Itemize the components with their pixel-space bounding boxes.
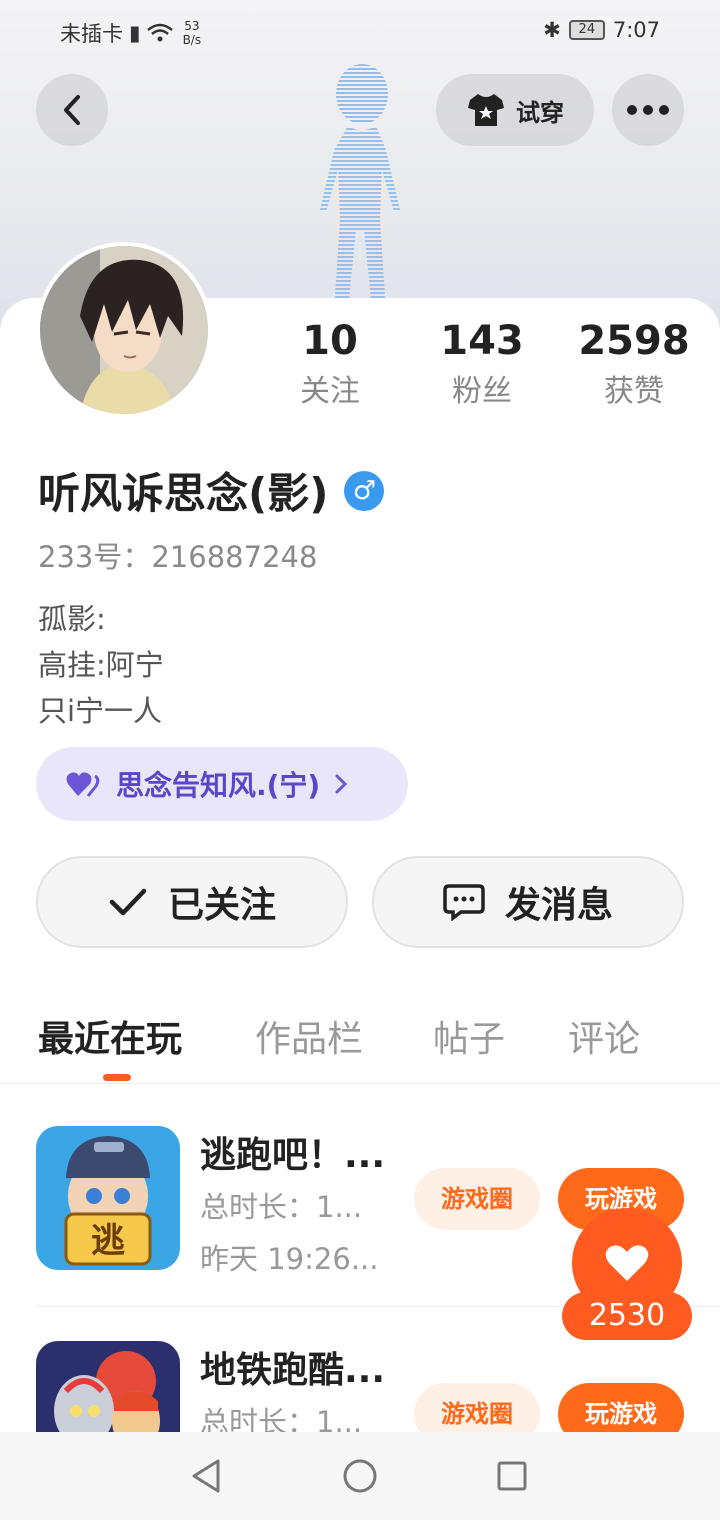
send-message-label: 发消息 [504,885,613,926]
tab-works[interactable]: 作品栏 [255,1010,363,1062]
nav-recents-icon[interactable] [496,1460,528,1492]
like-count: 2530 [562,1292,692,1340]
tab-posts[interactable]: 帖子 [433,1010,505,1062]
heart-icon [605,1245,649,1281]
system-navigation-bar [0,1432,720,1520]
relationship-tag-button[interactable]: 思念告知风.(宁) [36,747,408,821]
stat-label: 粉丝 [452,374,512,409]
game-title: 地铁跑酷... [200,1350,386,1391]
stat-value: 2598 [578,318,690,364]
tab-recently-played[interactable]: 最近在玩 [38,1010,182,1062]
stat-following[interactable]: 10 关注 [260,316,400,414]
profile-tabs: 最近在玩 作品栏 帖子 评论 [0,1000,720,1084]
nav-home-icon[interactable] [342,1458,378,1494]
male-gender-icon: ♂ [344,470,385,511]
username: 听风诉思念(影) ♂ [38,460,385,521]
game-circle-button[interactable]: 游戏圈 [414,1168,540,1230]
avatar-3d-figure-icon [320,64,400,310]
more-options-button[interactable] [612,74,684,146]
user-id-value: 216887248 [151,540,318,574]
username-text: 听风诉思念(影) [38,469,329,518]
stat-followers[interactable]: 143 粉丝 [412,316,552,414]
send-message-button[interactable]: 发消息 [372,856,684,948]
following-button[interactable]: 已关注 [36,856,348,948]
bluetooth-icon: ✱ [543,18,561,42]
anime-avatar-image [40,246,208,414]
wifi-icon [146,23,173,42]
escape-game-icon: 逃 [36,1126,180,1270]
user-id-label: 233号： [38,540,152,574]
stat-value: 143 [440,318,524,364]
back-button[interactable] [36,74,108,146]
stat-likes[interactable]: 2598 获赞 [564,316,704,414]
svg-text:逃: 逃 [91,1221,125,1261]
stat-label: 关注 [300,374,360,409]
checkmark-icon [109,888,147,916]
try-on-button[interactable]: 试穿 [436,74,594,146]
heart-link-icon [66,772,100,797]
sim-icon: ▮ [129,21,141,45]
bio-line: 高挂:阿宁 [38,648,164,682]
bio-line: 只i宁一人 [38,694,163,728]
user-id: 233号：216887248 [38,534,317,576]
game-icon[interactable]: 逃 [36,1126,180,1270]
following-label: 已关注 [167,885,276,926]
status-bar: 未插卡 ▮ 53 B/s ✱ 24 7:07 [0,0,720,62]
game-last-played: 昨天 19:26... [200,1242,379,1276]
chevron-right-icon [335,774,348,794]
game-title: 逃跑吧！... [200,1135,386,1176]
network-speed: 53 B/s [182,19,202,47]
stat-label: 获赞 [604,374,664,409]
try-on-label: 试穿 [516,98,564,127]
chevron-left-icon [64,95,80,125]
carrier-text: 未插卡 [60,22,123,46]
bio-line: 孤影: [38,602,106,636]
tshirt-icon [468,94,504,126]
active-tab-indicator [103,1074,131,1081]
game-play-duration: 总时长：1... [200,1190,363,1224]
more-dots-icon [627,105,669,115]
user-bio: 孤影: 高挂:阿宁 只i宁一人 [38,596,164,734]
stat-value: 10 [302,318,358,364]
tab-comments[interactable]: 评论 [568,1010,640,1062]
battery-icon: 24 [568,20,605,40]
nav-back-icon[interactable] [190,1458,222,1494]
relationship-tag-label: 思念告知风.(宁) [116,769,321,802]
clock: 7:07 [612,18,660,42]
profile-stats: 10 关注 143 粉丝 2598 获赞 [260,316,720,416]
chat-bubble-icon [443,884,485,921]
avatar[interactable] [36,242,212,418]
